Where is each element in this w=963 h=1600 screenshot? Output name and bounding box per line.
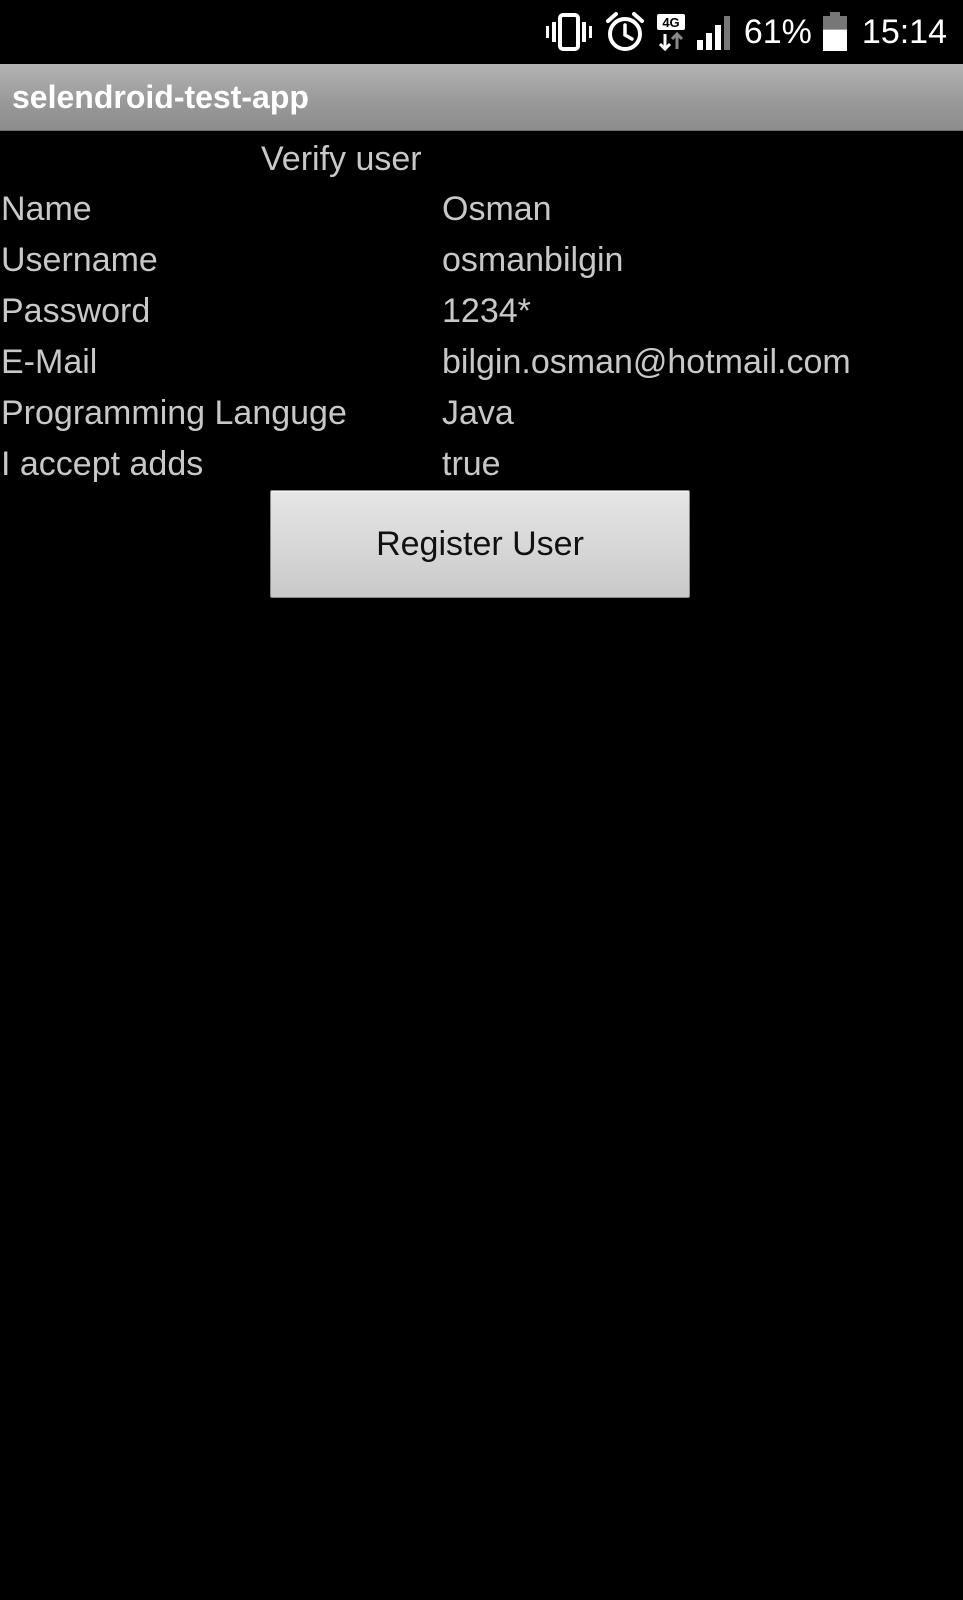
- battery-icon: [822, 12, 848, 52]
- app-title: selendroid-test-app: [12, 79, 309, 115]
- battery-percent: 61%: [743, 13, 812, 51]
- vibrate-icon: [544, 12, 594, 52]
- accept-adds-value: true: [442, 445, 501, 483]
- status-icons: 4G 61% 15:14: [544, 10, 947, 54]
- username-label: Username: [1, 241, 158, 279]
- programming-language-value: Java: [442, 394, 514, 432]
- field-row-programming-language: Programming Languge Java: [0, 388, 963, 438]
- network-4g-icon: 4G: [656, 12, 686, 52]
- field-row-username: Username osmanbilgin: [0, 235, 963, 285]
- alarm-icon: [604, 11, 646, 53]
- name-label: Name: [1, 190, 92, 228]
- field-row-password: Password 1234*: [0, 286, 963, 336]
- page-title: Verify user: [261, 140, 422, 178]
- username-value: osmanbilgin: [442, 241, 624, 279]
- password-value: 1234*: [442, 292, 531, 330]
- email-value: bilgin.osman@hotmail.com: [442, 343, 851, 381]
- field-row-accept-adds: I accept adds true: [0, 439, 963, 489]
- field-row-name: Name Osman: [0, 184, 963, 234]
- register-user-button[interactable]: Register User: [270, 490, 690, 598]
- email-label: E-Mail: [1, 343, 98, 381]
- status-bar: 4G 61% 15:14: [0, 0, 963, 64]
- network-type-label: 4G: [662, 15, 679, 30]
- clock: 15:14: [861, 13, 947, 51]
- signal-icon: [696, 12, 734, 52]
- field-row-email: E-Mail bilgin.osman@hotmail.com: [0, 337, 963, 387]
- password-label: Password: [1, 292, 151, 330]
- name-value: Osman: [442, 190, 552, 228]
- action-bar: selendroid-test-app: [0, 64, 963, 131]
- programming-language-label: Programming Languge: [1, 394, 347, 432]
- accept-adds-label: I accept adds: [1, 445, 204, 483]
